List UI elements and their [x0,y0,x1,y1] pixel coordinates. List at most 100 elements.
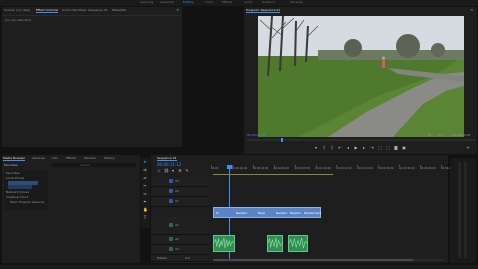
waveform-icon [289,237,307,249]
ruler-tick [315,165,317,167]
step-forward-icon[interactable]: ▸ [362,146,366,150]
track-target-icon[interactable] [169,223,173,227]
program-monitor-title[interactable]: Program: Sequence 01 [246,8,281,13]
video-frame[interactable] [258,16,464,137]
tab-metadata[interactable]: Metadata [112,8,126,12]
slip-tool-icon[interactable]: ⇔ [143,192,147,196]
playhead-handle[interactable] [227,165,232,169]
master-volume-value[interactable]: 0.0 [185,256,190,260]
audio-clip[interactable] [213,235,235,252]
quality-select[interactable]: Full [438,133,443,137]
tab-effect-controls[interactable]: Effect Controls [36,8,58,13]
track-select-tool-icon[interactable]: ⇉ [143,168,147,172]
ruler-label: 00:00:14:00 [357,167,373,170]
captions-icon[interactable]: ✎ [185,169,189,173]
go-to-out-icon[interactable]: ⇥ [370,146,374,150]
step-back-icon[interactable]: ◂ [346,146,350,150]
audio-clip[interactable] [267,235,283,252]
track-a1-label: A1 [175,223,179,227]
workspace-tab-graphics[interactable]: Graphics [262,0,275,4]
track-target-icon[interactable] [169,189,173,193]
snap-icon[interactable]: ⊂ [157,169,161,173]
program-playhead[interactable] [281,138,283,142]
workspace-tab-effects[interactable]: Effects [222,0,232,4]
tab-libraries[interactable]: Libraries [32,156,45,160]
clip-label: Nested [236,211,247,215]
add-button-icon[interactable]: + [466,146,470,150]
tab-sequence[interactable]: Sequence 01 [157,156,177,161]
go-to-in-icon[interactable]: ⇤ [338,146,342,150]
track-v1-header[interactable]: V1 [151,197,209,207]
timeline-ruler[interactable]: 00:00 00:00:02:00 00:00:04:00 00:00:06:00 00… [211,165,456,173]
timeline-scrollbar[interactable] [213,259,443,261]
track-target-icon[interactable] [169,179,173,183]
lift-icon[interactable]: ⬚ [378,146,382,150]
top-bar: Learning Assembly Editing Color Effects … [0,0,478,6]
ruler-label: 00:00:06:00 [273,167,289,170]
track-v3-header[interactable]: V3 [151,177,209,187]
ripple-edit-tool-icon[interactable]: ⟛ [143,176,147,180]
extract-icon[interactable]: ⬚ [386,146,390,150]
tab-markers[interactable]: Markers [84,156,96,160]
video-clip[interactable]: fx Nested Nest Nested Nested Nested Seq [213,207,321,218]
tree-item-creative-cloud[interactable]: Creative Cloud [6,195,28,199]
track-v2-header[interactable]: V2 [151,187,209,197]
workspace-tab-editing[interactable]: Editing [183,0,193,4]
workspace-tab-audio[interactable]: Audio [244,0,253,4]
program-menu-icon[interactable]: ≡ [470,8,473,12]
hand-tool-icon[interactable]: ✋ [143,208,148,212]
program-scrub-bar[interactable] [247,138,475,142]
track-a3-header[interactable]: A3 [151,245,209,255]
tree-item-favorites[interactable]: Favorites [6,171,20,175]
tree-item-local-drives[interactable]: Local Drives [6,176,24,180]
track-a2-header[interactable]: A2 [151,235,209,245]
search-input[interactable]: Search [52,163,136,167]
comparison-view-icon[interactable]: ▣ [402,146,406,150]
workspace-tab-learning[interactable]: Learning [140,0,153,4]
track-target-icon[interactable] [169,199,173,203]
workspace-tab-color[interactable]: Color [205,0,213,4]
type-tool-icon[interactable]: T [143,216,147,220]
zoom-select[interactable]: Fit [428,133,432,137]
marker-icon[interactable]: ▾ [314,146,318,150]
timeline-settings-icon[interactable]: ⚙ [178,169,182,173]
out-point-icon[interactable]: } [330,146,334,150]
timeline-timecode[interactable]: 00:00:11:12 [157,163,181,167]
ruler-label: 00:00:18:00 [399,167,415,170]
tab-media-browser[interactable]: Media Browser [3,156,26,161]
track-v1-label: V1 [175,199,179,203]
track-target-icon[interactable] [169,237,173,241]
track-master-header[interactable]: Master 0.0 [151,255,209,262]
tab-source[interactable]: Source: (no clips) [4,8,30,12]
play-icon[interactable]: ▶ [354,146,358,150]
panel-menu-icon[interactable]: ≡ [176,8,179,12]
workspace-tab-assembly[interactable]: Assembly [160,0,174,4]
ruler-tick [294,165,296,167]
tree-item-network-drives[interactable]: Network Drives [6,190,29,194]
track-a1-header[interactable]: A1 [151,217,209,235]
add-marker-icon[interactable]: ▾ [171,169,175,173]
ruler-tick [441,165,442,167]
in-point-icon[interactable]: { [322,146,326,150]
track-headers: V3 V2 V1 A1 A2 A3 Master 0.0 [151,177,211,262]
tree-item-subfolder[interactable] [8,185,32,189]
work-area-bar[interactable] [213,174,333,175]
ruler-label: 00:00:20:00 [420,167,436,170]
linked-selection-icon[interactable]: ⛓ [164,169,169,173]
selection-tool-icon[interactable]: ➤ [143,160,147,164]
workspace-tab-libraries[interactable]: Libraries [290,0,303,4]
razor-tool-icon[interactable]: ✂ [143,184,147,188]
clip-label: Nested Seq [304,211,322,215]
tab-history[interactable]: History [104,156,115,160]
audio-clip[interactable] [288,235,308,252]
tab-info[interactable]: Info [52,156,58,160]
source-panel: Source: (no clips) Effect Controls Audio… [2,7,182,147]
tree-item-team-projects[interactable]: Team Projects Versions [10,200,44,204]
export-frame-icon[interactable]: ◙ [394,146,398,150]
program-timecode-current[interactable]: 00:00:11:12 [247,133,265,137]
pen-tool-icon[interactable]: ✒ [143,200,147,204]
tab-audio-clip-mixer[interactable]: Audio Clip Mixer: Sequence 01 [62,8,108,12]
tab-effects[interactable]: Effects [66,156,76,160]
scrollbar-thumb[interactable] [213,259,413,261]
track-target-icon[interactable] [169,247,173,251]
